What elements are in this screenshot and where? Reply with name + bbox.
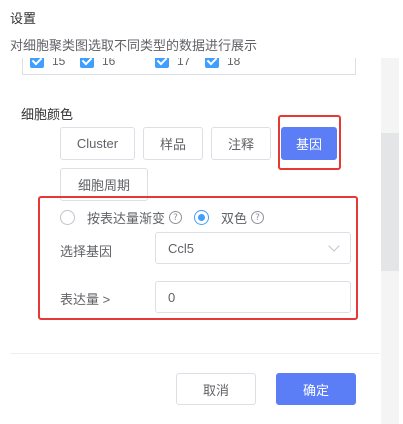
- expression-threshold-input[interactable]: 0: [155, 281, 351, 313]
- tab-gene[interactable]: 基因: [281, 127, 337, 160]
- chevron-down-icon: [328, 240, 340, 252]
- help-icon[interactable]: ?: [169, 211, 183, 224]
- tab-annotation[interactable]: 注释: [211, 127, 271, 160]
- cell-color-label: 细胞颜色: [21, 107, 74, 122]
- tab-sample[interactable]: 样品: [143, 127, 203, 160]
- help-icon[interactable]: ?: [251, 211, 265, 224]
- radio-dual-color[interactable]: [194, 210, 210, 225]
- footer-divider: [10, 353, 380, 354]
- dialog-subtitle: 对细胞聚类图选取不同类型的数据进行展示: [10, 38, 258, 53]
- select-gene-label: 选择基因: [60, 244, 113, 259]
- dialog-title: 设置: [10, 11, 37, 26]
- gene-select[interactable]: Ccl5: [155, 232, 351, 264]
- tab-cluster[interactable]: Cluster: [60, 127, 135, 160]
- radio-dual-color-label[interactable]: 双色: [221, 208, 247, 227]
- expression-label: 表达量 >: [60, 292, 111, 307]
- confirm-button[interactable]: 确定: [276, 373, 356, 405]
- radio-gradient-label[interactable]: 按表达量渐变: [87, 208, 165, 227]
- gene-select-value: Ccl5: [168, 240, 195, 256]
- expression-threshold-value: 0: [168, 289, 176, 305]
- radio-gradient[interactable]: [60, 210, 75, 225]
- color-mode-radio-group: 按表达量渐变 ? 双色 ?: [60, 208, 265, 227]
- dialog-header: 设置 对细胞聚类图选取不同类型的数据进行展示: [0, 0, 403, 58]
- cancel-button[interactable]: 取消: [176, 373, 256, 405]
- tab-cell-cycle[interactable]: 细胞周期: [60, 168, 148, 201]
- scrollbar-thumb[interactable]: [381, 133, 399, 271]
